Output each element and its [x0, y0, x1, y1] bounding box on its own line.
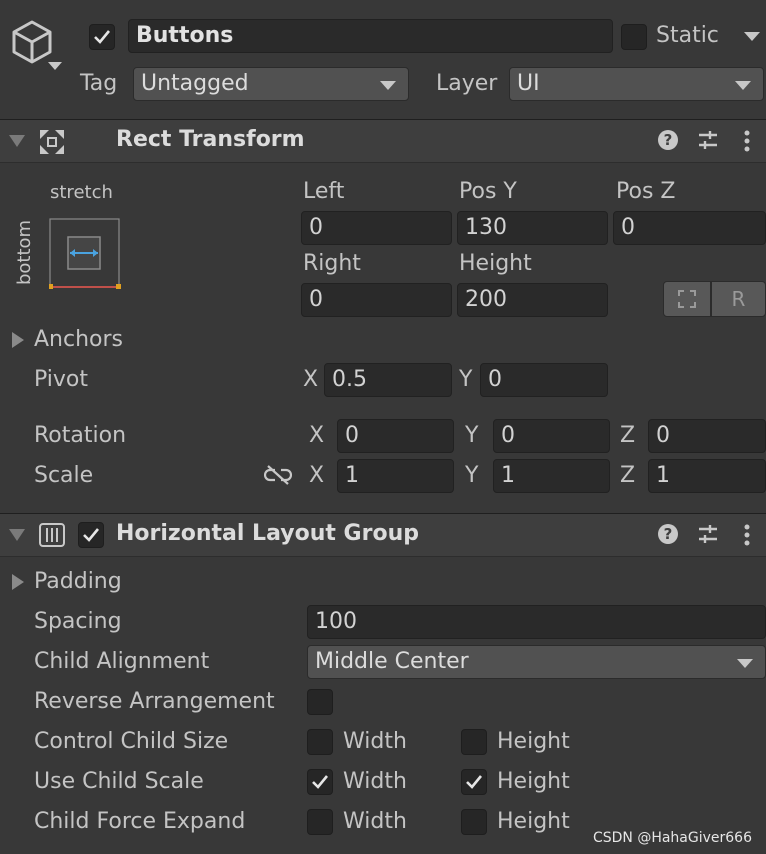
- rotation-x-label: X: [309, 423, 325, 448]
- child-force-expand-label: Child Force Expand: [34, 809, 246, 834]
- blueprint-mode-button[interactable]: [663, 281, 711, 317]
- anchor-preset-horizontal-label: stretch: [50, 182, 113, 203]
- scale-x-field[interactable]: 1: [337, 459, 454, 493]
- spacing-field[interactable]: 100: [307, 605, 766, 639]
- child-alignment-dropdown[interactable]: Middle Center: [307, 645, 766, 679]
- control-child-size-label: Control Child Size: [34, 729, 229, 754]
- use-child-scale-width-checkbox[interactable]: [307, 769, 333, 795]
- reverse-arrangement-checkbox[interactable]: [307, 689, 333, 715]
- tag-label: Tag: [80, 71, 118, 96]
- constrain-proportions-icon[interactable]: [263, 464, 293, 492]
- rect-transform-icon: [38, 128, 66, 162]
- child-force-expand-height-checkbox[interactable]: [461, 809, 487, 835]
- layer-dropdown[interactable]: UI: [509, 67, 764, 101]
- child-force-expand-width-checkbox[interactable]: [307, 809, 333, 835]
- anchors-foldout-icon[interactable]: [12, 332, 24, 348]
- anchors-label[interactable]: Anchors: [34, 327, 123, 352]
- anchor-preset-button[interactable]: [48, 218, 121, 289]
- rotation-z-field[interactable]: 0: [648, 419, 766, 453]
- foldout-down-icon[interactable]: [9, 529, 25, 541]
- use-child-scale-width-label: Width: [343, 769, 407, 794]
- watermark: CSDN @HahaGiver666: [592, 830, 752, 846]
- rotation-x-field[interactable]: 0: [337, 419, 454, 453]
- pivot-x-field[interactable]: 0.5: [324, 363, 452, 397]
- pos-y-label: Pos Y: [459, 179, 517, 204]
- scale-z-label: Z: [620, 463, 636, 488]
- pos-y-field[interactable]: 130: [457, 211, 608, 245]
- use-child-scale-height-checkbox[interactable]: [461, 769, 487, 795]
- raw-edit-label: R: [731, 287, 746, 311]
- horizontal-layout-group-header[interactable]: Horizontal Layout Group ?: [0, 513, 766, 557]
- pos-z-field[interactable]: 0: [613, 211, 766, 245]
- static-label: Static: [656, 23, 719, 48]
- pivot-y-field[interactable]: 0: [480, 363, 608, 397]
- layer-value: UI: [517, 71, 540, 96]
- left-field[interactable]: 0: [301, 211, 452, 245]
- presets-icon[interactable]: [697, 129, 719, 157]
- more-options-icon[interactable]: [743, 129, 751, 159]
- horizontal-layout-icon: [39, 523, 65, 553]
- rotation-y-label: Y: [465, 423, 479, 448]
- control-child-size-width-label: Width: [343, 729, 407, 754]
- more-options-icon[interactable]: [743, 523, 751, 553]
- rotation-z-label: Z: [620, 423, 636, 448]
- pivot-label: Pivot: [34, 367, 89, 392]
- static-dropdown-arrow-icon[interactable]: [744, 32, 760, 41]
- presets-icon[interactable]: [697, 523, 719, 551]
- rect-transform-header[interactable]: Rect Transform ?: [0, 119, 766, 163]
- right-field[interactable]: 0: [301, 283, 452, 317]
- static-checkbox[interactable]: [621, 24, 647, 50]
- scale-y-field[interactable]: 1: [493, 459, 610, 493]
- child-force-expand-width-label: Width: [343, 809, 407, 834]
- raw-edit-button[interactable]: R: [711, 281, 766, 317]
- scale-x-label: X: [309, 463, 325, 488]
- height-field[interactable]: 200: [457, 283, 608, 317]
- scale-label: Scale: [34, 463, 94, 488]
- help-icon[interactable]: ?: [658, 524, 678, 544]
- child-force-expand-height-label: Height: [497, 809, 570, 834]
- object-name-field[interactable]: Buttons: [128, 19, 613, 53]
- child-alignment-label: Child Alignment: [34, 649, 210, 674]
- height-label: Height: [459, 251, 532, 276]
- rotation-y-field[interactable]: 0: [493, 419, 610, 453]
- icon-dropdown-arrow-icon[interactable]: [48, 62, 62, 70]
- tag-dropdown[interactable]: Untagged: [133, 67, 409, 101]
- control-child-size-height-label: Height: [497, 729, 570, 754]
- control-child-size-height-checkbox[interactable]: [461, 729, 487, 755]
- left-label: Left: [303, 179, 345, 204]
- scale-y-label: Y: [465, 463, 479, 488]
- chevron-down-icon: [737, 659, 753, 668]
- use-child-scale-height-label: Height: [497, 769, 570, 794]
- use-child-scale-label: Use Child Scale: [34, 769, 204, 794]
- scale-z-field[interactable]: 1: [648, 459, 766, 493]
- tag-value: Untagged: [141, 71, 249, 96]
- rotation-label: Rotation: [34, 423, 127, 448]
- padding-label[interactable]: Padding: [34, 569, 122, 594]
- help-icon[interactable]: ?: [658, 130, 678, 150]
- hlg-enabled-checkbox[interactable]: [78, 522, 104, 548]
- layer-label: Layer: [436, 71, 498, 96]
- gameobject-icon[interactable]: [8, 18, 68, 78]
- padding-foldout-icon[interactable]: [12, 574, 24, 590]
- hlg-title: Horizontal Layout Group: [116, 521, 419, 546]
- control-child-size-width-checkbox[interactable]: [307, 729, 333, 755]
- pivot-x-label: X: [303, 367, 319, 392]
- blueprint-icon: [678, 290, 696, 308]
- pivot-y-label: Y: [459, 367, 473, 392]
- chevron-down-icon: [735, 81, 751, 90]
- right-label: Right: [303, 251, 361, 276]
- active-checkbox[interactable]: [89, 24, 115, 50]
- rect-transform-title: Rect Transform: [116, 127, 305, 152]
- spacing-label: Spacing: [34, 609, 122, 634]
- child-alignment-value: Middle Center: [315, 649, 469, 674]
- reverse-arrangement-label: Reverse Arrangement: [34, 689, 275, 714]
- foldout-down-icon[interactable]: [9, 135, 25, 147]
- anchor-preset-vertical-label: bottom: [14, 219, 36, 286]
- pos-z-label: Pos Z: [616, 179, 676, 204]
- chevron-down-icon: [380, 81, 396, 90]
